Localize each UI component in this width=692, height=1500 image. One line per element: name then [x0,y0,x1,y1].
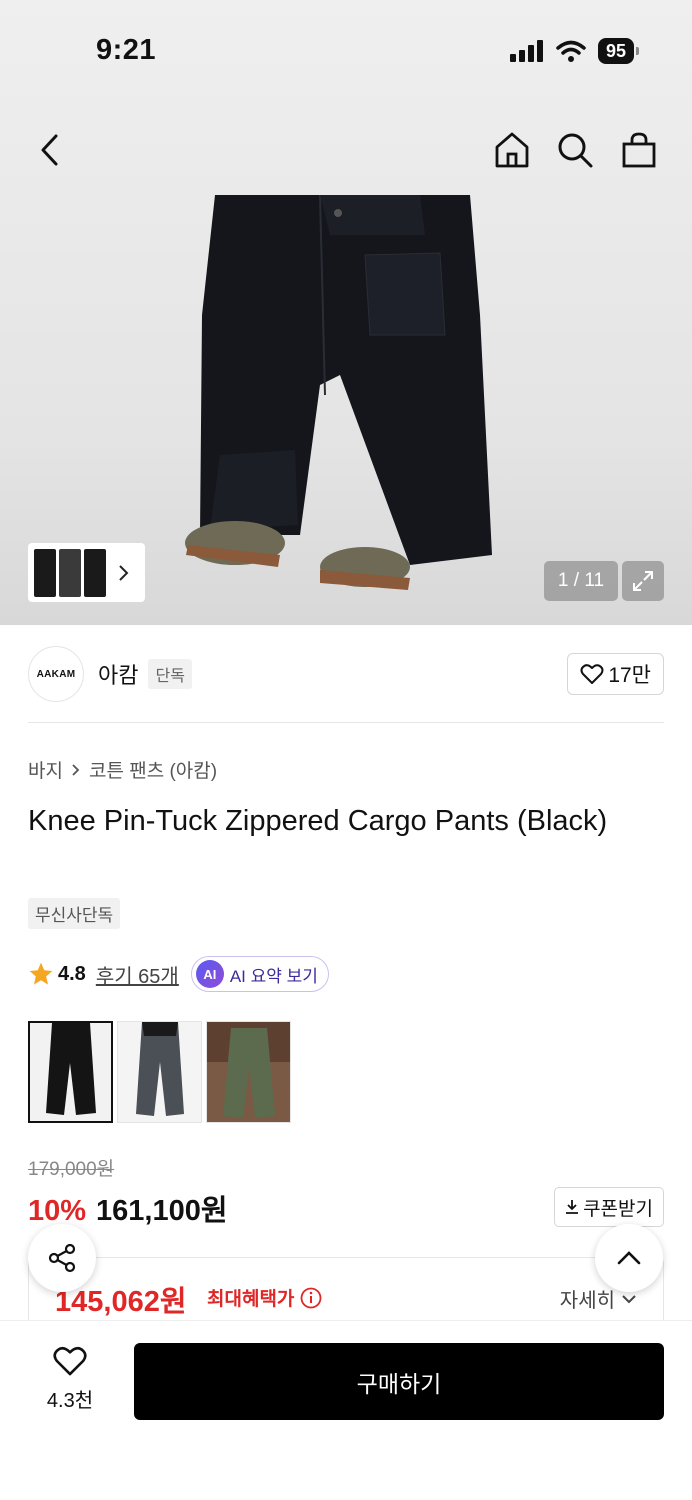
product-title: Knee Pin-Tuck Zippered Cargo Pants (Blac… [28,805,608,837]
thumbnail-image [34,548,56,597]
home-icon [495,132,529,168]
expand-button[interactable] [622,561,664,601]
reviews-link[interactable]: 후기 65개 [96,960,179,989]
breadcrumb-subcategory[interactable]: 코튼 팬츠 (아캄) [89,756,217,783]
rating-row: 4.8 후기 65개 AI AI 요약 보기 [28,955,329,993]
wifi-icon [556,40,586,62]
back-button[interactable] [28,128,72,172]
exclusive-tag: 무신사단독 [28,898,121,929]
image-counter: 1 / 11 [544,561,618,601]
brand-exclusive-tag: 단독 [148,659,192,689]
ai-summary-label: AI 요약 보기 [229,966,318,986]
max-benefit-label-text: 최대혜택가 [207,1289,295,1310]
status-icons: 95 [509,38,640,64]
chevron-up-icon [617,1251,641,1265]
color-option-image [118,1022,201,1122]
search-button[interactable] [553,128,597,172]
max-benefit-box[interactable]: 145,062원 최대혜택가 자세히 [28,1257,664,1327]
status-bar: 9:21 95 [0,0,692,100]
product-image[interactable] [180,195,510,605]
chevron-right-icon [119,564,129,581]
heart-icon [53,1346,87,1376]
chevron-down-icon [622,1294,636,1303]
star-icon [29,962,53,985]
expand-icon [633,571,653,591]
color-option-charcoal[interactable] [117,1021,202,1123]
color-option-black[interactable] [28,1021,113,1123]
color-option-image [207,1022,290,1122]
color-options [28,1021,291,1123]
status-time: 9:21 [96,34,157,66]
rating-score: 4.8 [58,962,86,985]
download-icon [566,1200,579,1214]
battery-indicator: 95 [597,38,640,64]
gallery-thumbnails[interactable] [28,543,145,602]
coupon-button[interactable]: 쿠폰받기 [554,1187,664,1227]
share-button[interactable] [28,1224,96,1292]
cart-button[interactable] [617,128,661,172]
price-row: 10% 161,100원 [28,1187,228,1229]
product-gallery[interactable]: 9:21 95 1 / 11 [0,0,692,625]
discount-rate: 10% [28,1195,87,1227]
sale-price: 161,100원 [96,1195,228,1227]
breadcrumb: 바지 코튼 팬츠 (아캄) [28,756,217,783]
scroll-top-button[interactable] [595,1224,663,1292]
bottom-action-bar: 4.3천 구매하기 [0,1320,692,1500]
heart-icon [580,664,604,684]
share-icon [48,1243,76,1273]
home-button[interactable] [490,128,534,172]
color-option-khaki[interactable] [206,1021,291,1123]
coupon-label: 쿠폰받기 [583,1198,653,1220]
max-benefit-label: 최대혜택가 [207,1284,322,1311]
product-like-button[interactable]: 4.3천 [28,1345,112,1413]
product-like-count: 4.3천 [46,1390,94,1412]
info-icon[interactable] [300,1287,322,1309]
buy-button[interactable]: 구매하기 [134,1343,664,1420]
brand-like-count: 17만 [608,664,651,687]
original-price: 179,000원 [28,1159,115,1180]
benefit-detail-label: 자세히 [559,1290,615,1312]
brand-name[interactable]: 아캄 [98,658,138,690]
chevron-right-icon [72,763,80,776]
back-icon [41,134,58,166]
ai-badge-icon: AI [195,960,224,988]
shopping-bag-icon [622,132,656,168]
divider [28,722,664,723]
signal-icon [509,40,543,62]
brand-like-button[interactable]: 17만 [567,653,664,695]
ai-summary-button[interactable]: AI AI 요약 보기 [190,956,329,992]
thumbnail-image [84,548,106,597]
brand-row: AAKAM 아캄 단독 17만 [28,646,664,702]
search-icon [558,133,593,168]
color-option-image [30,1023,111,1121]
brand-logo[interactable]: AAKAM [28,646,84,702]
breadcrumb-category[interactable]: 바지 [28,756,63,783]
thumbnail-image [59,548,81,597]
